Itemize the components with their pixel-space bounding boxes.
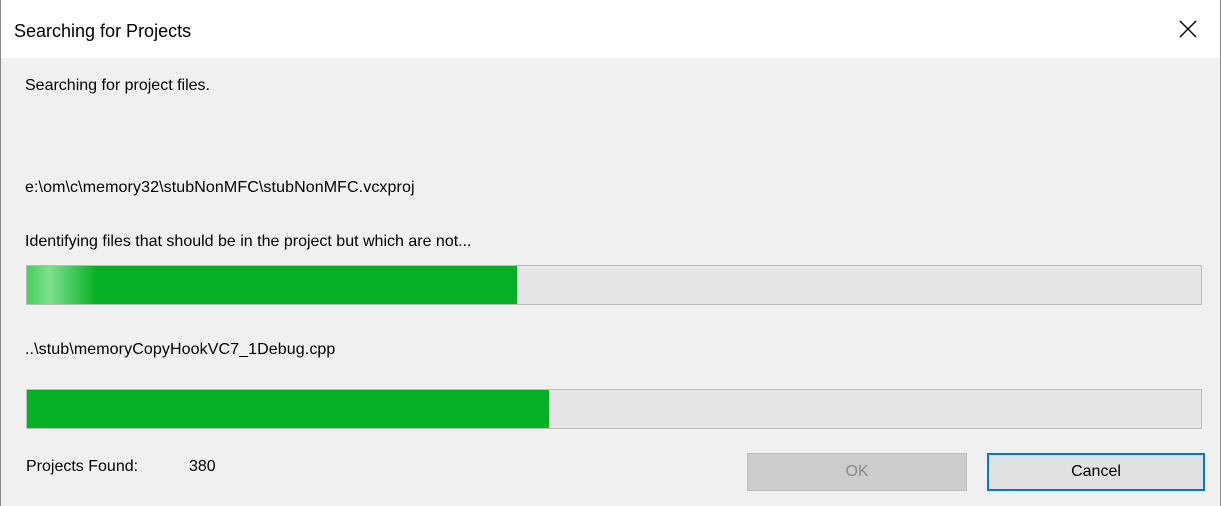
file-progress-fill xyxy=(27,390,550,428)
projects-found-label: Projects Found: xyxy=(26,458,139,475)
file-progress-bar xyxy=(26,389,1202,429)
dialog-content: Searching for project files. e:\om\c\mem… xyxy=(1,58,1220,506)
close-icon xyxy=(1179,20,1197,38)
current-file: ..\stub\memoryCopyHookVC7_1Debug.cpp xyxy=(25,341,336,358)
project-path: e:\om\c\memory32\stubNonMFC\stubNonMFC.v… xyxy=(25,179,415,196)
close-button[interactable] xyxy=(1156,0,1220,58)
status-heading: Searching for project files. xyxy=(25,77,210,94)
overall-progress-bar xyxy=(26,265,1202,305)
title-bar: Searching for Projects xyxy=(1,0,1220,58)
task-description: Identifying files that should be in the … xyxy=(25,233,472,250)
overall-progress-fill xyxy=(27,266,517,304)
cancel-button[interactable]: Cancel xyxy=(987,453,1205,491)
window-title: Searching for Projects xyxy=(14,21,192,41)
projects-found-count: 380 xyxy=(189,458,216,475)
ok-button[interactable]: OK xyxy=(747,453,967,491)
dialog-window: Searching for Projects Searching for pro… xyxy=(0,0,1221,506)
